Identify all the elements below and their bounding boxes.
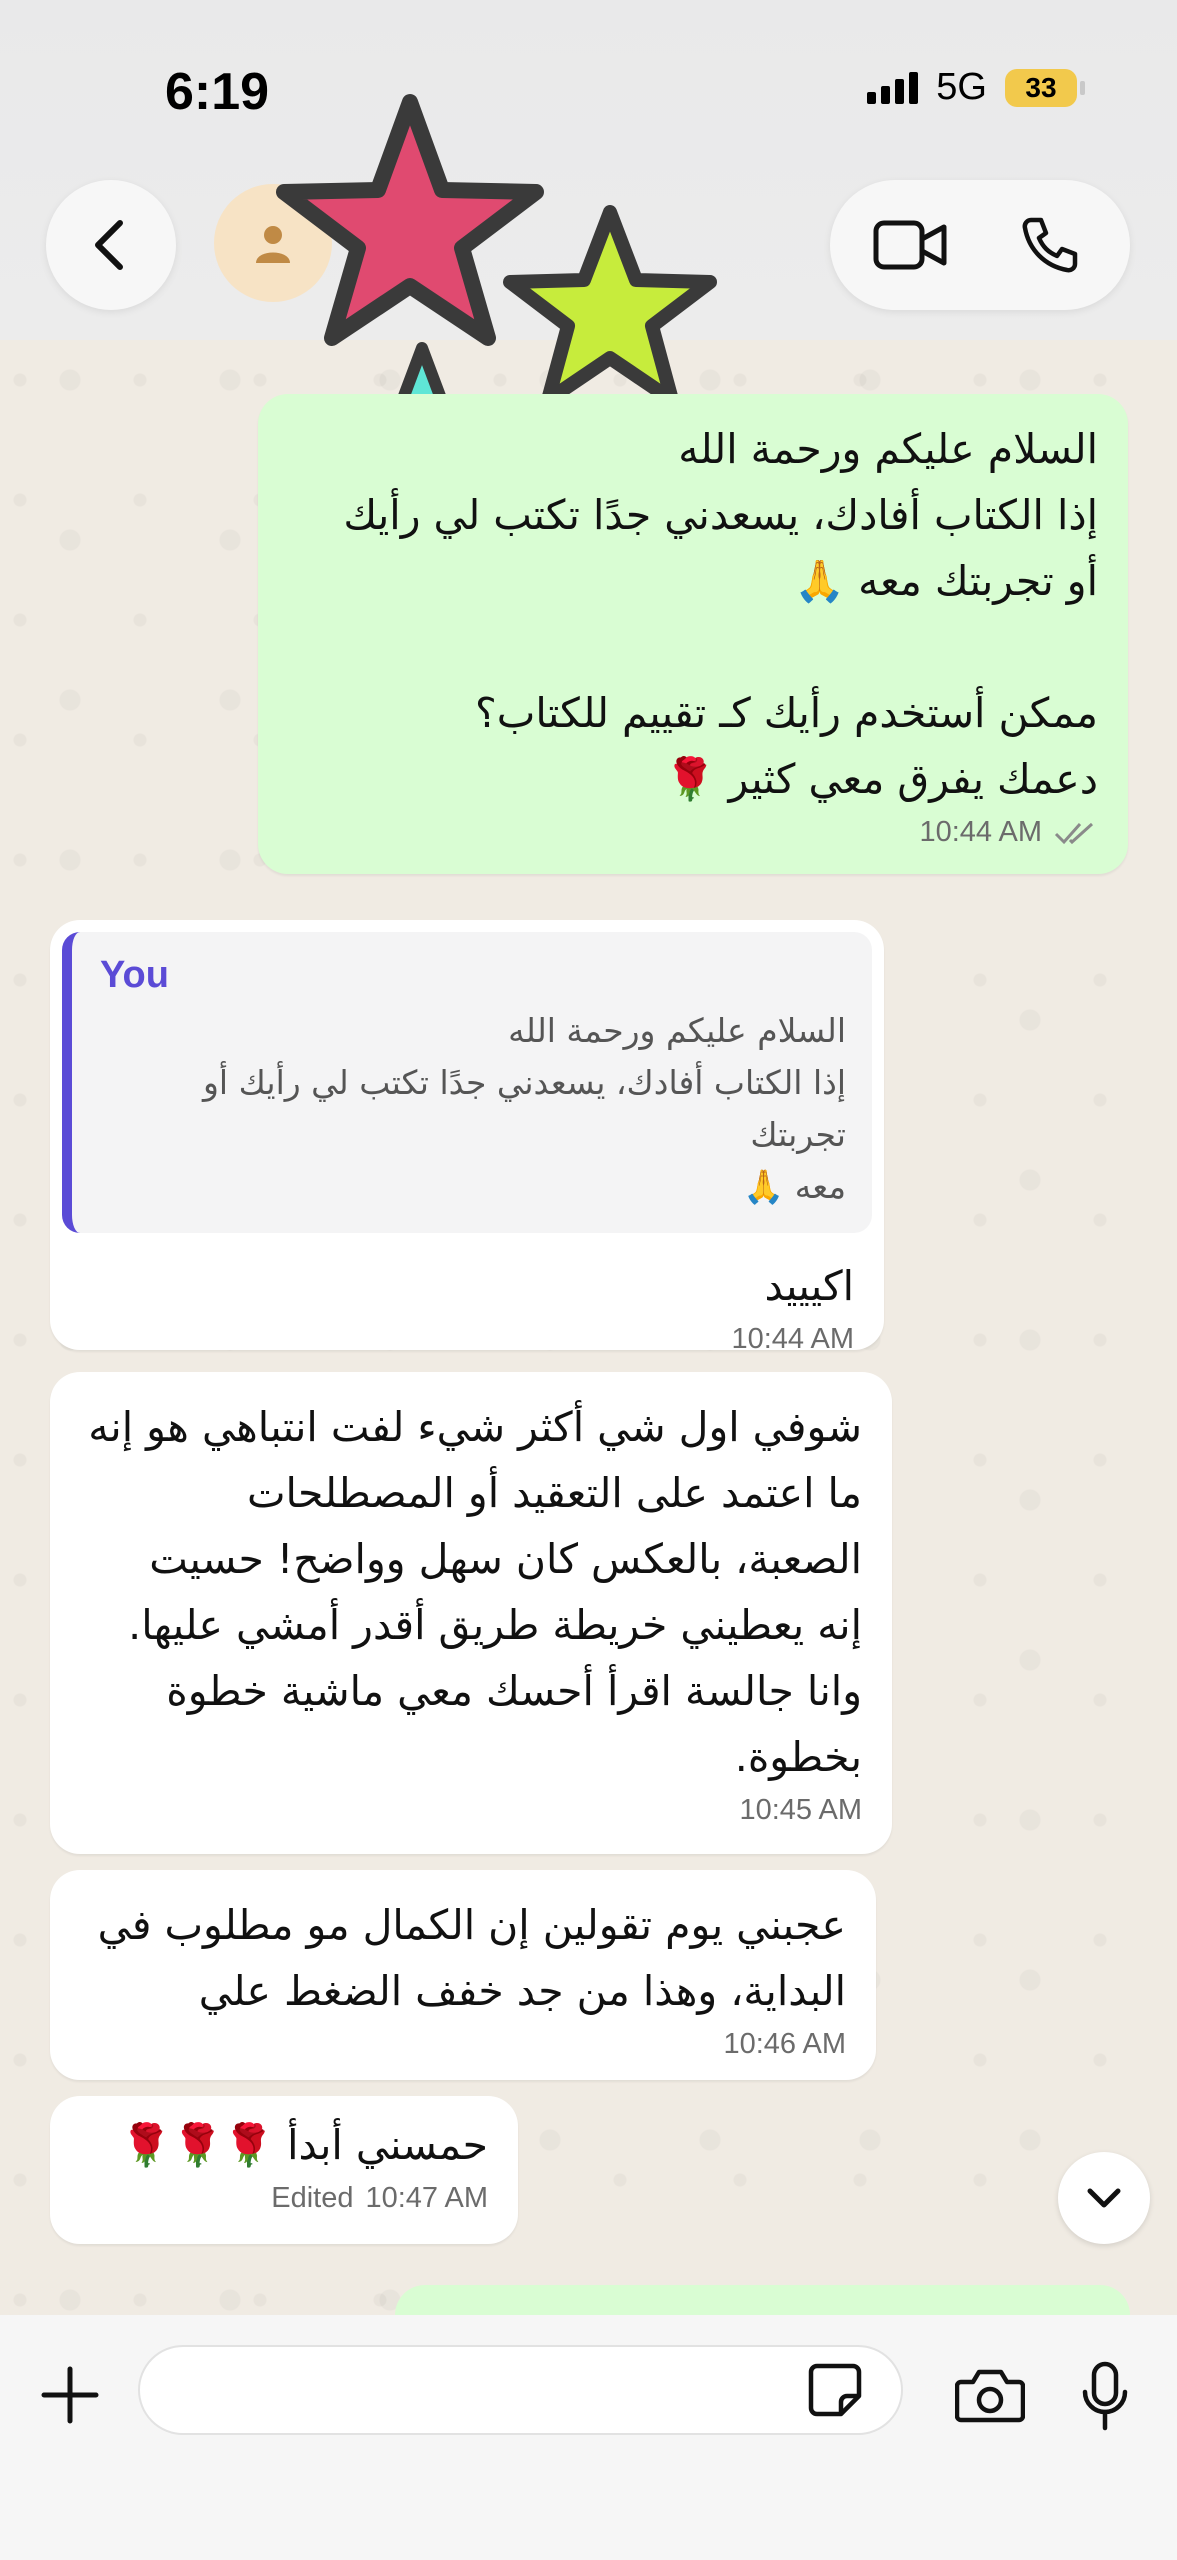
- chevron-left-icon: [95, 220, 123, 270]
- message-time: 10:44 AM: [731, 1323, 854, 1355]
- double-check-icon: [1054, 822, 1094, 844]
- microphone-button[interactable]: [1065, 2351, 1145, 2441]
- network-label: 5G: [936, 66, 987, 108]
- camera-button[interactable]: [950, 2355, 1030, 2435]
- attach-button[interactable]: [30, 2355, 110, 2435]
- camera-icon: [955, 2369, 1025, 2423]
- message-time: 10:45 AM: [739, 1794, 862, 1826]
- message-text: حمسني أبدأ 🌹🌹🌹: [120, 2121, 488, 2169]
- message-bubble-incoming[interactable]: You السلام عليكم ورحمة الله إذا الكتاب أ…: [50, 920, 884, 1355]
- back-button[interactable]: [46, 180, 176, 310]
- plus-icon: [41, 2366, 99, 2424]
- message-input[interactable]: [138, 2345, 903, 2435]
- voice-call-button[interactable]: [1010, 205, 1090, 285]
- status-indicators: 5G 33: [867, 66, 1085, 109]
- sticker-button[interactable]: [800, 2355, 870, 2425]
- message-bubble-outgoing[interactable]: السلام عليكم ورحمة الله إذا الكتاب أفادك…: [258, 394, 1128, 874]
- message-text: شوفي اول شي أكثر شيء لفت انتباهي هو إنه …: [88, 1403, 862, 1781]
- signal-icon: [867, 71, 919, 104]
- video-call-button[interactable]: [870, 205, 950, 285]
- phone-icon: [1022, 217, 1078, 273]
- input-bar: [0, 2315, 1177, 2560]
- message-text: عجبني يوم تقولين إن الكمال مو مطلوب في ا…: [97, 1901, 846, 2015]
- message-text: السلام عليكم ورحمة الله إذا الكتاب أفادك…: [343, 425, 1098, 803]
- quoted-message[interactable]: You السلام عليكم ورحمة الله إذا الكتاب أ…: [62, 932, 872, 1233]
- message-text: اكيييد: [764, 1262, 854, 1310]
- scroll-to-bottom-button[interactable]: [1058, 2152, 1150, 2244]
- sticker-icon: [808, 2363, 862, 2417]
- quote-author: You: [100, 954, 169, 996]
- message-bubble-incoming[interactable]: شوفي اول شي أكثر شيء لفت انتباهي هو إنه …: [50, 1372, 892, 1854]
- message-meta: 10:45 AM: [80, 1794, 862, 1827]
- message-time: 10:44 AM: [919, 816, 1042, 848]
- quote-text: السلام عليكم ورحمة الله إذا الكتاب أفادك…: [202, 1011, 846, 1206]
- video-camera-icon: [873, 220, 947, 270]
- microphone-icon: [1082, 2361, 1128, 2431]
- message-bubble-incoming[interactable]: عجبني يوم تقولين إن الكمال مو مطلوب في ا…: [50, 1870, 876, 2080]
- message-meta: 10:46 AM: [80, 2028, 846, 2061]
- battery-icon: 33: [1005, 68, 1085, 107]
- yellow-star-sticker: [503, 205, 717, 407]
- message-meta: 10:44 AM: [80, 1323, 854, 1356]
- message-time: 10:46 AM: [723, 2028, 846, 2060]
- status-time: 6:19: [165, 63, 270, 121]
- message-meta: Edited 10:47 AM: [80, 2182, 488, 2215]
- message-time: 10:47 AM: [365, 2182, 488, 2214]
- message-bubble-incoming[interactable]: حمسني أبدأ 🌹🌹🌹 Edited 10:47 AM: [50, 2096, 518, 2244]
- chevron-down-icon: [1087, 2188, 1121, 2208]
- message-meta: 10:44 AM: [288, 816, 1098, 849]
- call-actions: [830, 180, 1130, 310]
- edited-label: Edited: [271, 2182, 354, 2214]
